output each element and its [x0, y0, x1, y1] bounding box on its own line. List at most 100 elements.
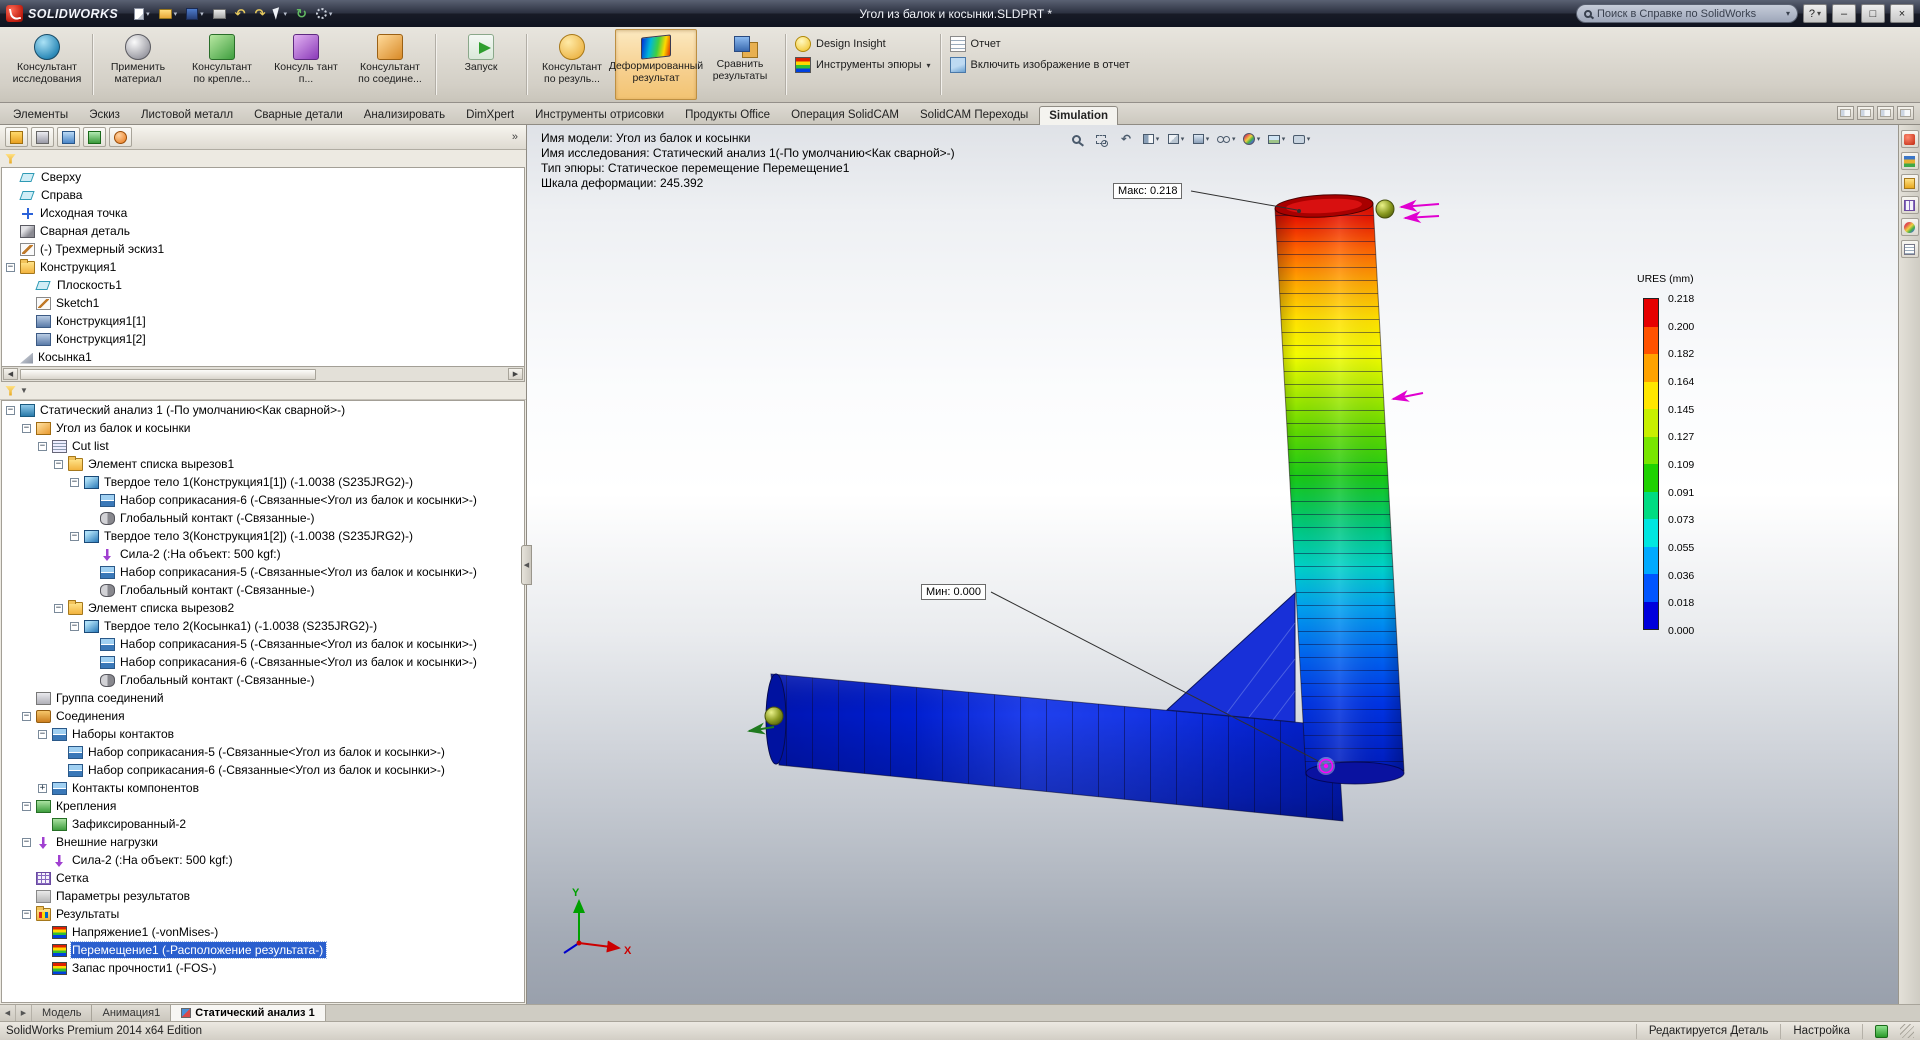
show-display-pane-icon[interactable]: [1857, 106, 1874, 120]
solidworks-resources-button[interactable]: [1901, 130, 1919, 148]
file-explorer-button[interactable]: [1901, 174, 1919, 192]
tree-item[interactable]: Зафиксированный-2: [2, 815, 524, 833]
panel-collapse-handle[interactable]: ◀: [521, 545, 532, 585]
tree-item[interactable]: Набор соприкасания-6 (-Связанные<Угол из…: [2, 761, 524, 779]
rebuild-button[interactable]: ↻: [293, 3, 310, 24]
zoom-to-fit-icon[interactable]: [1067, 129, 1085, 149]
previous-view-icon[interactable]: [1117, 129, 1135, 149]
tree-item[interactable]: −Угол из балок и косынки: [2, 419, 524, 437]
tree-item[interactable]: Напряжение1 (-vonMises-): [2, 923, 524, 941]
tree-item[interactable]: Сетка: [2, 869, 524, 887]
tree-item[interactable]: Конструкция1[2]: [2, 330, 524, 348]
tree-item[interactable]: Набор соприкасания-5 (-Связанные<Угол из…: [2, 743, 524, 761]
command-tab-2[interactable]: Листовой металл: [131, 105, 243, 124]
tree-item[interactable]: Группа соединений: [2, 689, 524, 707]
study-tab-0[interactable]: Модель: [32, 1005, 92, 1021]
tree-item[interactable]: Косынка1: [2, 348, 524, 366]
tree-item[interactable]: −Результаты: [2, 905, 524, 923]
ribbon-button-apply-material[interactable]: Применить материал: [97, 29, 179, 100]
tree-expander[interactable]: −: [22, 838, 31, 847]
tree-item[interactable]: Справа: [2, 186, 524, 204]
tree-item[interactable]: Сила-2 (:На объект: 500 kgf:): [2, 851, 524, 869]
tree-item[interactable]: Исходная точка: [2, 204, 524, 222]
study-filter-caret-icon[interactable]: ▼: [20, 386, 28, 395]
tree-item[interactable]: Перемещение1 (-Расположение результата-): [2, 941, 524, 959]
view-orientation-icon[interactable]: ▾: [1167, 129, 1185, 149]
max-callout[interactable]: Макс: 0.218: [1113, 183, 1182, 199]
load-sphere[interactable]: [1376, 200, 1394, 218]
help-button[interactable]: ?▾: [1803, 4, 1827, 23]
graphics-viewport[interactable]: Имя модели: Угол из балок и косынки Имя …: [527, 125, 1898, 1004]
ribbon-button-study-advisor[interactable]: Консультант исследования: [6, 29, 88, 100]
command-tab-4[interactable]: Анализировать: [354, 105, 455, 124]
ribbon-button-connections-advisor[interactable]: Консультант по соедине...: [349, 29, 431, 100]
zoom-to-area-icon[interactable]: [1092, 129, 1110, 149]
tab-scroll-right-icon[interactable]: ▶: [16, 1005, 32, 1021]
undo-button[interactable]: ↶: [232, 3, 249, 24]
select-tool-button[interactable]: [271, 3, 290, 24]
tree-expander[interactable]: −: [6, 406, 15, 415]
tree-item[interactable]: −Внешние нагрузки: [2, 833, 524, 851]
section-view-icon[interactable]: ▾: [1142, 129, 1160, 149]
tree-item[interactable]: −Cut list: [2, 437, 524, 455]
tree-item[interactable]: Запас прочности1 (-FOS-): [2, 959, 524, 977]
custom-properties-button[interactable]: [1901, 240, 1919, 258]
tree-expander[interactable]: −: [38, 730, 47, 739]
configurationmanager-tab[interactable]: [57, 127, 80, 147]
view-palette-button[interactable]: [1901, 196, 1919, 214]
view-settings-icon[interactable]: ▾: [1293, 129, 1311, 149]
tree-expander[interactable]: −: [70, 622, 79, 631]
displaymanager-tab[interactable]: [109, 127, 132, 147]
tree-item[interactable]: Конструкция1[1]: [2, 312, 524, 330]
tree-item[interactable]: −Наборы контактов: [2, 725, 524, 743]
save-button[interactable]: [183, 3, 207, 24]
ribbon-button-loads-advisor[interactable]: Консуль тант п...: [265, 29, 347, 100]
tree-item[interactable]: −Крепления: [2, 797, 524, 815]
search-dropdown-caret-icon[interactable]: ▾: [1786, 9, 1790, 18]
study-tab-1[interactable]: Анимация1: [92, 1005, 171, 1021]
tree-horizontal-scrollbar[interactable]: ◀ ▶: [1, 367, 525, 382]
propertymanager-tab[interactable]: [31, 127, 54, 147]
tree-expander[interactable]: −: [22, 712, 31, 721]
dropdown-caret-icon[interactable]: ▾: [1232, 135, 1236, 143]
ribbon-button-design-insight[interactable]: Design Insight: [795, 36, 931, 52]
tree-item[interactable]: Глобальный контакт (-Связанные-): [2, 509, 524, 527]
study-filter-funnel-icon[interactable]: [5, 386, 16, 396]
ribbon-button-deformed-result[interactable]: Деформированный результат: [615, 29, 697, 100]
tree-item[interactable]: Сила-2 (:На объект: 500 kgf:): [2, 545, 524, 563]
tree-item[interactable]: Параметры результатов: [2, 887, 524, 905]
gusset-plate[interactable]: [1167, 593, 1295, 722]
dropdown-caret-icon[interactable]: ▾: [1206, 135, 1210, 143]
command-tab-3[interactable]: Сварные детали: [244, 105, 353, 124]
scroll-left-icon[interactable]: ◀: [3, 368, 18, 380]
ribbon-button-run[interactable]: Запуск: [440, 29, 522, 100]
tree-item[interactable]: Сверху: [2, 168, 524, 186]
tree-item[interactable]: Набор соприкасания-5 (-Связанные<Угол из…: [2, 635, 524, 653]
fixture-sphere[interactable]: [765, 707, 783, 725]
dimxpertmanager-tab[interactable]: [83, 127, 106, 147]
apply-scene-icon[interactable]: ▾: [1268, 129, 1286, 149]
tree-item[interactable]: −Твердое тело 3(Конструкция1[2]) (-1.003…: [2, 527, 524, 545]
tree-expander[interactable]: −: [70, 532, 79, 541]
open-button[interactable]: [156, 3, 181, 24]
help-search-box[interactable]: ▾: [1576, 4, 1798, 23]
command-tab-5[interactable]: DimXpert: [456, 105, 524, 124]
hide-show-items-icon[interactable]: ▾: [1217, 129, 1236, 149]
customize-menu[interactable]: Настройка: [1780, 1024, 1862, 1039]
tree-item[interactable]: Sketch1: [2, 294, 524, 312]
design-library-button[interactable]: [1901, 152, 1919, 170]
status-check-icon[interactable]: [1875, 1025, 1888, 1038]
tree-item[interactable]: (-) Трехмерный эскиз1: [2, 240, 524, 258]
print-button[interactable]: [210, 3, 229, 24]
tree-expander[interactable]: −: [22, 910, 31, 919]
expand-taskpane-icon[interactable]: [1877, 106, 1894, 120]
app-logo[interactable]: SOLIDWORKS: [6, 5, 118, 22]
tree-expander[interactable]: −: [38, 442, 47, 451]
tree-item[interactable]: Набор соприкасания-6 (-Связанные<Угол из…: [2, 491, 524, 509]
ribbon-button-fixtures-advisor[interactable]: Консультант по крепле...: [181, 29, 263, 100]
filter-funnel-icon[interactable]: [5, 154, 16, 164]
resize-grip[interactable]: [1900, 1024, 1914, 1038]
ribbon-button-results-advisor[interactable]: Консультант по резуль...: [531, 29, 613, 100]
command-tab-9[interactable]: SolidCAM Переходы: [910, 105, 1038, 124]
dropdown-caret-icon[interactable]: ▾: [1257, 135, 1261, 143]
